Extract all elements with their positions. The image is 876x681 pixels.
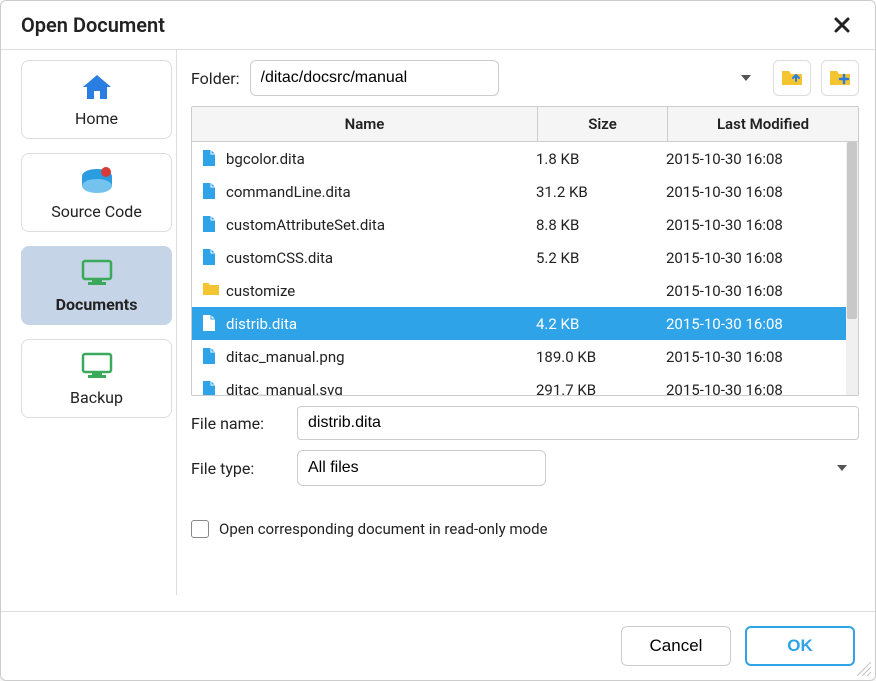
home-icon — [81, 73, 113, 101]
file-icon — [202, 248, 218, 268]
ok-button[interactable]: OK — [745, 626, 855, 666]
filetype-select-wrap — [297, 450, 859, 486]
file-icon — [202, 182, 218, 202]
file-size: 291.7 KB — [526, 381, 656, 396]
file-name: distrib.dita — [226, 315, 297, 333]
folder-up-button[interactable] — [773, 60, 811, 96]
folder-select-wrap — [250, 60, 764, 96]
file-listing: Name Size Last Modified bgcolor.dita 1.8 … — [191, 106, 859, 396]
shortcut-home[interactable]: Home — [21, 60, 172, 139]
file-modified: 2015-10-30 16:08 — [656, 216, 846, 234]
file-name-cell: customCSS.dita — [192, 248, 526, 268]
list-header: Name Size Last Modified — [192, 107, 858, 142]
file-size: 8.8 KB — [526, 216, 656, 234]
file-modified: 2015-10-30 16:08 — [656, 183, 846, 201]
readonly-label: Open corresponding document in read-only… — [219, 520, 548, 538]
shortcut-label: Home — [75, 109, 118, 128]
filetype-label: File type: — [191, 459, 287, 478]
folder-label: Folder: — [191, 69, 240, 88]
list-body[interactable]: bgcolor.dita1.8 KB2015-10-30 16:08comman… — [192, 142, 846, 395]
scroll-thumb[interactable] — [847, 142, 857, 319]
column-header-size[interactable]: Size — [538, 107, 668, 141]
folder-up-icon — [781, 69, 803, 87]
folder-icon — [202, 281, 218, 301]
file-name: bgcolor.dita — [226, 150, 305, 168]
file-icon — [202, 215, 218, 235]
close-button[interactable] — [829, 16, 855, 34]
monitor-green-icon — [80, 352, 114, 380]
file-row[interactable]: ditac_manual.png 189.0 KB2015-10-30 16:08 — [192, 340, 846, 373]
file-size: 4.2 KB — [526, 315, 656, 333]
file-icon — [202, 314, 218, 334]
cancel-button[interactable]: Cancel — [621, 626, 731, 666]
monitor-icon — [80, 259, 114, 287]
filename-row: File name: — [191, 406, 859, 440]
file-row[interactable]: ditac_manual.svg 291.7 KB2015-10-30 16:08 — [192, 373, 846, 395]
dialog-footer: Cancel OK — [1, 612, 875, 680]
file-row[interactable]: commandLine.dita 31.2 KB2015-10-30 16:08 — [192, 175, 846, 208]
file-name-cell: distrib.dita — [192, 314, 526, 334]
folder-plus-icon — [829, 69, 851, 87]
column-header-name[interactable]: Name — [192, 107, 538, 141]
open-document-dialog: Open Document Home Source Code Documents… — [0, 0, 876, 681]
file-name: ditac_manual.png — [226, 348, 345, 366]
shortcut-documents[interactable]: Documents — [21, 246, 172, 325]
titlebar: Open Document — [1, 1, 875, 49]
file-name-cell: ditac_manual.png — [192, 347, 526, 367]
file-modified: 2015-10-30 16:08 — [656, 282, 846, 300]
file-row[interactable]: customCSS.dita 5.2 KB2015-10-30 16:08 — [192, 241, 846, 274]
file-size: 31.2 KB — [526, 183, 656, 201]
file-name-cell: commandLine.dita — [192, 182, 526, 202]
shortcut-source-code[interactable]: Source Code — [21, 153, 172, 232]
file-modified: 2015-10-30 16:08 — [656, 315, 846, 333]
shortcuts-sidebar: Home Source Code Documents Backup — [17, 50, 177, 595]
file-modified: 2015-10-30 16:08 — [656, 150, 846, 168]
file-name-cell: customAttributeSet.dita — [192, 215, 526, 235]
shortcut-label: Documents — [56, 295, 138, 314]
file-modified: 2015-10-30 16:08 — [656, 348, 846, 366]
dialog-body: Home Source Code Documents Backup Folder… — [1, 49, 875, 612]
file-row[interactable]: customize 2015-10-30 16:08 — [192, 274, 846, 307]
file-name-cell: customize — [192, 281, 526, 301]
file-name: commandLine.dita — [226, 183, 351, 201]
dialog-title: Open Document — [21, 13, 165, 37]
file-name: customAttributeSet.dita — [226, 216, 385, 234]
filetype-row: File type: — [191, 450, 859, 486]
drive-icon — [79, 166, 115, 194]
scrollbar[interactable] — [846, 142, 858, 395]
shortcut-label: Backup — [70, 388, 123, 407]
shortcut-label: Source Code — [51, 202, 142, 221]
file-size: 189.0 KB — [526, 348, 656, 366]
new-folder-button[interactable] — [821, 60, 859, 96]
file-size: 5.2 KB — [526, 249, 656, 267]
filename-label: File name: — [191, 414, 287, 433]
close-icon — [833, 16, 851, 34]
file-row[interactable]: distrib.dita 4.2 KB2015-10-30 16:08 — [192, 307, 846, 340]
file-icon — [202, 380, 218, 396]
file-name: customize — [226, 282, 295, 300]
file-icon — [202, 347, 218, 367]
filename-input[interactable] — [297, 406, 859, 440]
file-modified: 2015-10-30 16:08 — [656, 381, 846, 396]
readonly-checkbox[interactable] — [191, 520, 209, 538]
file-row[interactable]: customAttributeSet.dita 8.8 KB2015-10-30 … — [192, 208, 846, 241]
file-size: 1.8 KB — [526, 150, 656, 168]
file-modified: 2015-10-30 16:08 — [656, 249, 846, 267]
resize-grip[interactable] — [857, 662, 871, 676]
readonly-row: Open corresponding document in read-only… — [191, 520, 859, 538]
list-body-wrap: bgcolor.dita1.8 KB2015-10-30 16:08comman… — [192, 142, 858, 395]
shortcut-backup[interactable]: Backup — [21, 339, 172, 418]
column-header-modified[interactable]: Last Modified — [668, 107, 858, 141]
file-row[interactable]: bgcolor.dita 1.8 KB2015-10-30 16:08 — [192, 142, 846, 175]
main-panel: Folder: Name Size Last Modified — [191, 50, 859, 595]
file-icon — [202, 149, 218, 169]
folder-row: Folder: — [191, 60, 859, 96]
folder-path-select[interactable] — [250, 60, 499, 96]
file-name-cell: ditac_manual.svg — [192, 380, 526, 396]
file-name-cell: bgcolor.dita — [192, 149, 526, 169]
filetype-select[interactable] — [297, 450, 546, 486]
file-name: ditac_manual.svg — [226, 381, 343, 396]
file-name: customCSS.dita — [226, 249, 333, 267]
